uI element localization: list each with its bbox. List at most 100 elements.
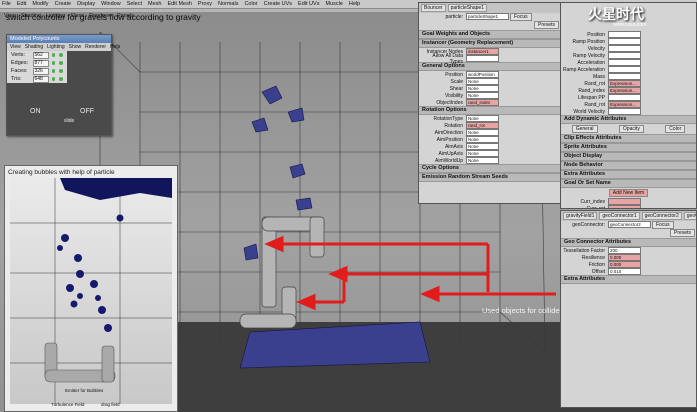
attribute-field[interactable] [608, 52, 641, 59]
attribute-field[interactable]: None [466, 150, 499, 157]
menu-item-file[interactable]: File [2, 0, 11, 8]
attribute-field[interactable] [608, 94, 641, 101]
logo: 火星时代 [588, 7, 644, 23]
attribute-editor-perparticle[interactable]: Position Ramp Position Velocity Ramp Veloci… [560, 2, 697, 209]
attribute-label: ObjectIndex [436, 99, 463, 106]
attribute-field[interactable]: None [466, 92, 499, 99]
color-button[interactable]: Color [665, 125, 686, 133]
ae1-tab[interactable]: particleShape1 [447, 4, 487, 12]
polycount-menu-renderer[interactable]: Renderer [85, 44, 106, 50]
attribute-field[interactable]: None [466, 136, 499, 143]
menu-item-edit[interactable]: Edit [17, 0, 26, 8]
off-label: OFF [80, 108, 94, 115]
polycount-menu-view[interactable]: View [10, 44, 21, 50]
attribute-field[interactable] [608, 59, 641, 66]
attribute-label: Friction [588, 261, 605, 268]
attribute-editor-geoconnector[interactable]: gravityField1 geoConnector1 geoConnector2 g… [560, 210, 697, 408]
attribute-field[interactable] [466, 55, 499, 62]
ae3-section-extra[interactable]: Extra Attributes [561, 275, 696, 284]
menu-item-edit-uvs[interactable]: Edit UVs [298, 0, 319, 8]
menu-item-muscle[interactable]: Muscle [325, 0, 342, 8]
attribute-field[interactable]: None [466, 78, 499, 85]
focus-button[interactable]: Focus [510, 12, 532, 21]
attribute-field[interactable]: None [466, 85, 499, 92]
attribute-field[interactable] [608, 66, 641, 73]
ae3-tab[interactable]: gravityField1 [563, 212, 598, 220]
attribute-field[interactable]: worldPosition [466, 71, 499, 78]
attribute-row: Shear None [419, 85, 560, 92]
ae2-section[interactable]: Extra Attributes [561, 170, 696, 179]
ae1-tab[interactable]: Bouncer [421, 4, 446, 12]
attribute-field[interactable]: Expression... [608, 87, 641, 94]
general-button[interactable]: General [571, 125, 598, 133]
ae1-section-instancer[interactable]: Instancer (Geometry Replacement) [419, 39, 560, 48]
opacity-button[interactable]: Opacity [618, 125, 644, 133]
menu-item-modify[interactable]: Modify [32, 0, 48, 8]
ae3-tab[interactable]: geoConnector3 [683, 212, 696, 220]
attribute-field[interactable]: None [466, 115, 499, 122]
menu-item-help[interactable]: Help [349, 0, 360, 8]
polycount-menu-help[interactable]: Help [110, 44, 120, 50]
ae3-tab[interactable]: geoConnector1 [599, 212, 640, 220]
ae3-tab[interactable]: geoConnector2 [641, 212, 682, 220]
menu-item-normals[interactable]: Normals [218, 0, 238, 8]
polycount-menu-lighting[interactable]: Lighting [47, 44, 65, 50]
polycount-menu-show[interactable]: Show [69, 44, 82, 50]
attribute-field[interactable]: instancer1 [466, 48, 499, 55]
ae1-section-rotation[interactable]: Rotation Options [419, 106, 560, 115]
ae1-section-goal[interactable]: Goal Weights and Objects [419, 30, 560, 39]
attribute-field[interactable] [608, 38, 641, 45]
menu-item-select[interactable]: Select [127, 0, 142, 8]
ae1-section-emission[interactable]: Emission Random Stream Seeds [419, 173, 560, 182]
ae2-section[interactable]: Sprite Attributes [561, 143, 696, 152]
polycount-menu-shading[interactable]: Shading [25, 44, 43, 50]
turbulence-field-label: Turbulence Field [51, 402, 85, 407]
attribute-field[interactable]: rand_index [466, 99, 499, 106]
polycount-title: Modeled Polycounts [7, 35, 111, 43]
menu-item-proxy[interactable]: Proxy [198, 0, 212, 8]
attribute-field[interactable]: 0.000 [608, 254, 641, 261]
menu-item-color[interactable]: Color [244, 0, 257, 8]
attribute-field[interactable]: rand_rot [466, 122, 499, 129]
attribute-field[interactable]: Expression... [608, 101, 641, 108]
attribute-field[interactable] [608, 73, 641, 80]
attribute-label: Visibility [445, 92, 463, 99]
menu-item-create-uvs[interactable]: Create UVs [264, 0, 292, 8]
attribute-field[interactable]: 0.000 [608, 261, 641, 268]
attribute-field[interactable]: None [466, 143, 499, 150]
attribute-field[interactable]: 0.010 [608, 268, 641, 275]
ae2-section[interactable]: Goal Or Set Name [561, 179, 696, 188]
attribute-field[interactable]: None [466, 157, 499, 164]
ae2-section[interactable]: Clip Effects Attributes [561, 134, 696, 143]
attribute-field[interactable]: Expression... [608, 80, 641, 87]
menu-item-display[interactable]: Display [77, 0, 95, 8]
ae1-section-cycle[interactable]: Cycle Options [419, 164, 560, 173]
attribute-editor-particle[interactable]: Bouncer particleShape1 particle: particle… [418, 2, 561, 204]
ae3-presets-button[interactable]: Presets [670, 229, 695, 237]
attribute-field[interactable]: 200 [608, 247, 641, 254]
polycount-window[interactable]: Modeled Polycounts View Shading Lighting Sh… [6, 34, 120, 136]
menu-item-mesh[interactable]: Mesh [148, 0, 161, 8]
attribute-field[interactable] [608, 31, 641, 38]
custom-attribute-field[interactable] [608, 198, 641, 205]
ae1-section-general[interactable]: General Options [419, 62, 560, 71]
custom-attribute-field[interactable] [608, 205, 641, 208]
attribute-field[interactable]: None [466, 129, 499, 136]
menu-item-create[interactable]: Create [55, 0, 72, 8]
particle-field[interactable]: particleShape1 [466, 13, 509, 20]
ae2-section-add-dynamic[interactable]: Add Dynamic Attributes [561, 115, 696, 124]
ae3-section-geo[interactable]: Geo Connector Attributes [561, 238, 696, 247]
ae2-section[interactable]: Object Display [561, 152, 696, 161]
attribute-field[interactable] [608, 108, 641, 115]
ae2-section[interactable]: Node Behavior [561, 161, 696, 170]
attribute-row: Offset 0.010 [561, 268, 696, 275]
attribute-field[interactable] [608, 45, 641, 52]
ae3-geo-row: geoConnector: geoConnector2 Focus [561, 220, 696, 229]
presets-button[interactable]: Presets [534, 21, 559, 29]
logo-url: www.hxsd.com [613, 22, 647, 28]
menu-item-window[interactable]: Window [101, 0, 121, 8]
emitter-label: Emitter for Bubbles [65, 388, 104, 393]
menu-item-edit-mesh[interactable]: Edit Mesh [167, 0, 191, 8]
geo-field[interactable]: geoConnector2 [608, 221, 651, 228]
add-new-item-button[interactable]: Add New Item [608, 189, 649, 197]
